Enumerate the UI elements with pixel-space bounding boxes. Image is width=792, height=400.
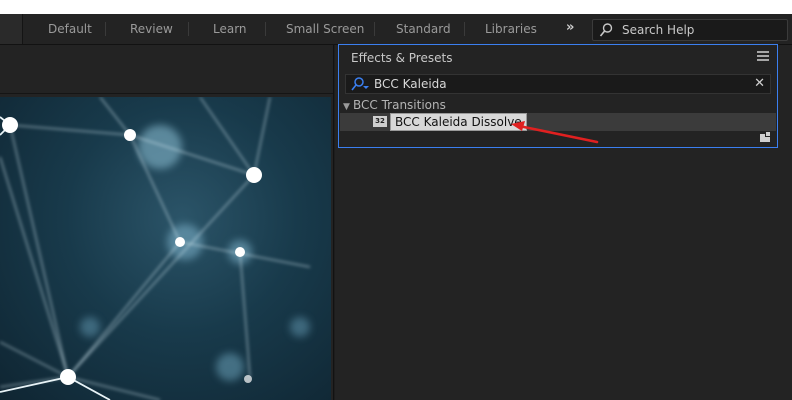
search-help-field[interactable]: Search Help bbox=[592, 19, 788, 41]
network-image bbox=[0, 97, 311, 400]
panel-menu-icon[interactable] bbox=[757, 51, 769, 63]
workspace-tab-small-screen[interactable]: Small Screen bbox=[286, 14, 364, 44]
workspace-separator bbox=[464, 22, 465, 36]
effects-search-input[interactable]: BCC Kaleida ✕ bbox=[345, 74, 771, 94]
chevron-double-right-icon[interactable]: » bbox=[566, 14, 574, 44]
top-strip bbox=[0, 0, 792, 14]
composition-panel-header bbox=[0, 45, 333, 94]
workspace-separator bbox=[374, 22, 375, 36]
effects-search-value: BCC Kaleida bbox=[374, 77, 447, 91]
workspace-separator bbox=[188, 22, 189, 36]
clear-icon[interactable]: ✕ bbox=[754, 75, 765, 93]
new-folder-icon[interactable] bbox=[759, 131, 771, 143]
search-icon bbox=[351, 77, 369, 91]
workspace-separator bbox=[265, 22, 266, 36]
workspace-tab-learn[interactable]: Learn bbox=[213, 14, 247, 44]
workspace-tab-review[interactable]: Review bbox=[130, 14, 173, 44]
search-help-placeholder: Search Help bbox=[622, 23, 695, 37]
workspace-bar: Default Review Learn Small Screen Standa… bbox=[0, 14, 792, 45]
workspace-tab-standard[interactable]: Standard bbox=[396, 14, 451, 44]
tree-category-label: BCC Transitions bbox=[353, 98, 446, 112]
tree-category-bcc-transitions[interactable]: ▼ BCC Transitions bbox=[343, 98, 446, 112]
workspace-separator bbox=[105, 22, 106, 36]
search-icon bbox=[599, 23, 613, 37]
workspace-bar-left-stub bbox=[0, 14, 23, 44]
workspace-tab-default[interactable]: Default bbox=[48, 14, 92, 44]
effect-preset-icon: 32 bbox=[373, 116, 387, 127]
composition-viewer[interactable] bbox=[0, 97, 331, 400]
disclosure-triangle-icon[interactable]: ▼ bbox=[343, 102, 353, 112]
workspace-tab-libraries[interactable]: Libraries bbox=[485, 14, 537, 44]
panel-title: Effects & Presets bbox=[351, 51, 453, 65]
composition-panel bbox=[0, 45, 334, 400]
annotation-arrow bbox=[511, 121, 599, 144]
